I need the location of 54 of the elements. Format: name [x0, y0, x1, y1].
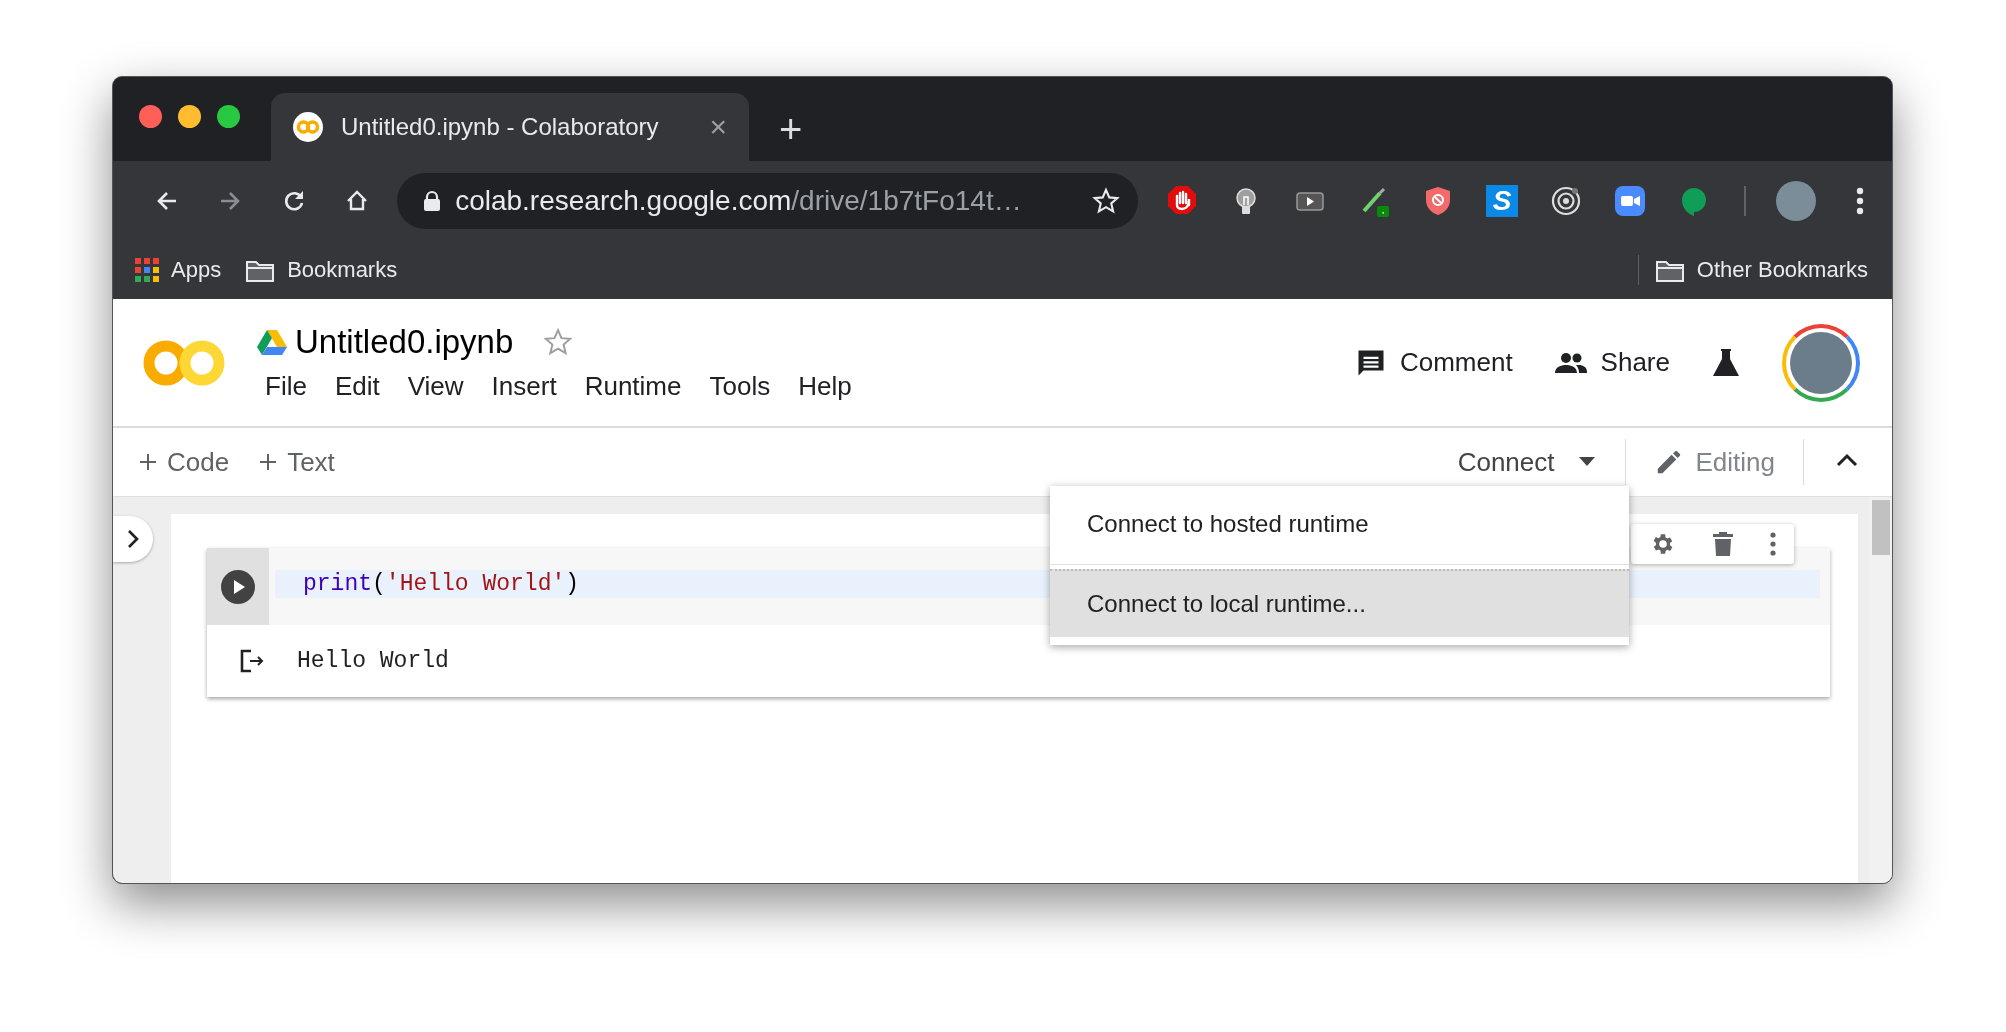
target-icon[interactable] — [1550, 185, 1582, 217]
chevron-right-icon — [127, 529, 139, 549]
bookmark-link[interactable]: Other Bookmarks — [1696, 257, 1868, 283]
menu-item[interactable]: Runtime — [584, 371, 682, 402]
run-cell-icon[interactable] — [221, 569, 255, 604]
lock-icon — [423, 190, 442, 212]
menu-item[interactable]: Connect to local runtime... — [1050, 569, 1629, 637]
scrollbar[interactable] — [1869, 497, 1892, 883]
extension-button[interactable]: S — [1486, 185, 1518, 217]
caret-icon — [1578, 457, 1595, 467]
menu-item[interactable]: Help — [798, 371, 852, 402]
address-bar[interactable]: colab.research.google.com/drive/1b7tFo14t… — [397, 173, 1138, 229]
people-icon — [1554, 350, 1587, 375]
sidebar-toggle[interactable] — [113, 516, 153, 562]
close-window-button[interactable] — [139, 105, 162, 128]
browser-tab[interactable]: Untitled0.ipynb - Colaboratory × — [271, 93, 749, 161]
menu-item[interactable]: View — [407, 371, 464, 402]
cell-output: Hello World — [297, 648, 449, 674]
bookmark-link[interactable]: Apps — [171, 257, 222, 283]
add-cell-button[interactable]: Text — [259, 446, 335, 478]
bookmark-link[interactable]: Bookmarks — [287, 257, 398, 283]
menu-item[interactable]: Insert — [491, 371, 557, 402]
collapse-chevron-icon[interactable] — [1836, 453, 1858, 467]
tab-title: Untitled0.ipynb - Colaboratory — [341, 113, 660, 141]
menu-item[interactable]: File — [265, 371, 307, 402]
tab-close-button[interactable]: × — [709, 112, 727, 142]
drive-logo-icon — [257, 329, 287, 355]
url-host: colab.research.google.com — [455, 185, 792, 216]
flask-icon[interactable] — [1712, 347, 1740, 378]
output-icon — [239, 648, 265, 674]
colab-logo-icon — [293, 112, 323, 142]
plus-icon — [259, 453, 278, 471]
menu-item[interactable]: Tools — [709, 371, 771, 402]
editing-mode-button[interactable]: Editing — [1625, 446, 1803, 478]
video-camera-icon[interactable] — [1614, 185, 1646, 217]
menu-item[interactable]: Connect to hosted runtime — [1050, 486, 1629, 562]
more-options-icon[interactable] — [1856, 187, 1864, 215]
share-button[interactable]: Share — [1554, 347, 1670, 378]
delete-icon[interactable] — [1712, 531, 1733, 557]
apps-grid-icon[interactable] — [135, 258, 159, 282]
add-cell-button[interactable]: Code — [139, 446, 230, 478]
maximize-window-button[interactable] — [217, 105, 240, 128]
comment-button[interactable]: Comment — [1355, 347, 1513, 378]
minimize-window-button[interactable] — [178, 105, 201, 128]
connect-button[interactable]: Connect — [1457, 446, 1625, 478]
new-tab-button[interactable]: + — [749, 109, 803, 161]
menu-item[interactable]: Edit — [334, 371, 380, 402]
notebook-title[interactable]: Untitled0.ipynb — [295, 323, 514, 361]
plus-icon — [139, 453, 157, 471]
more-options-icon[interactable] — [1769, 532, 1776, 556]
profile-avatar[interactable] — [1776, 181, 1816, 221]
url-path: /drive/1b7tFo14t… — [791, 185, 1022, 216]
stop-hand-icon[interactable] — [1166, 185, 1198, 217]
star-icon[interactable] — [543, 327, 574, 357]
